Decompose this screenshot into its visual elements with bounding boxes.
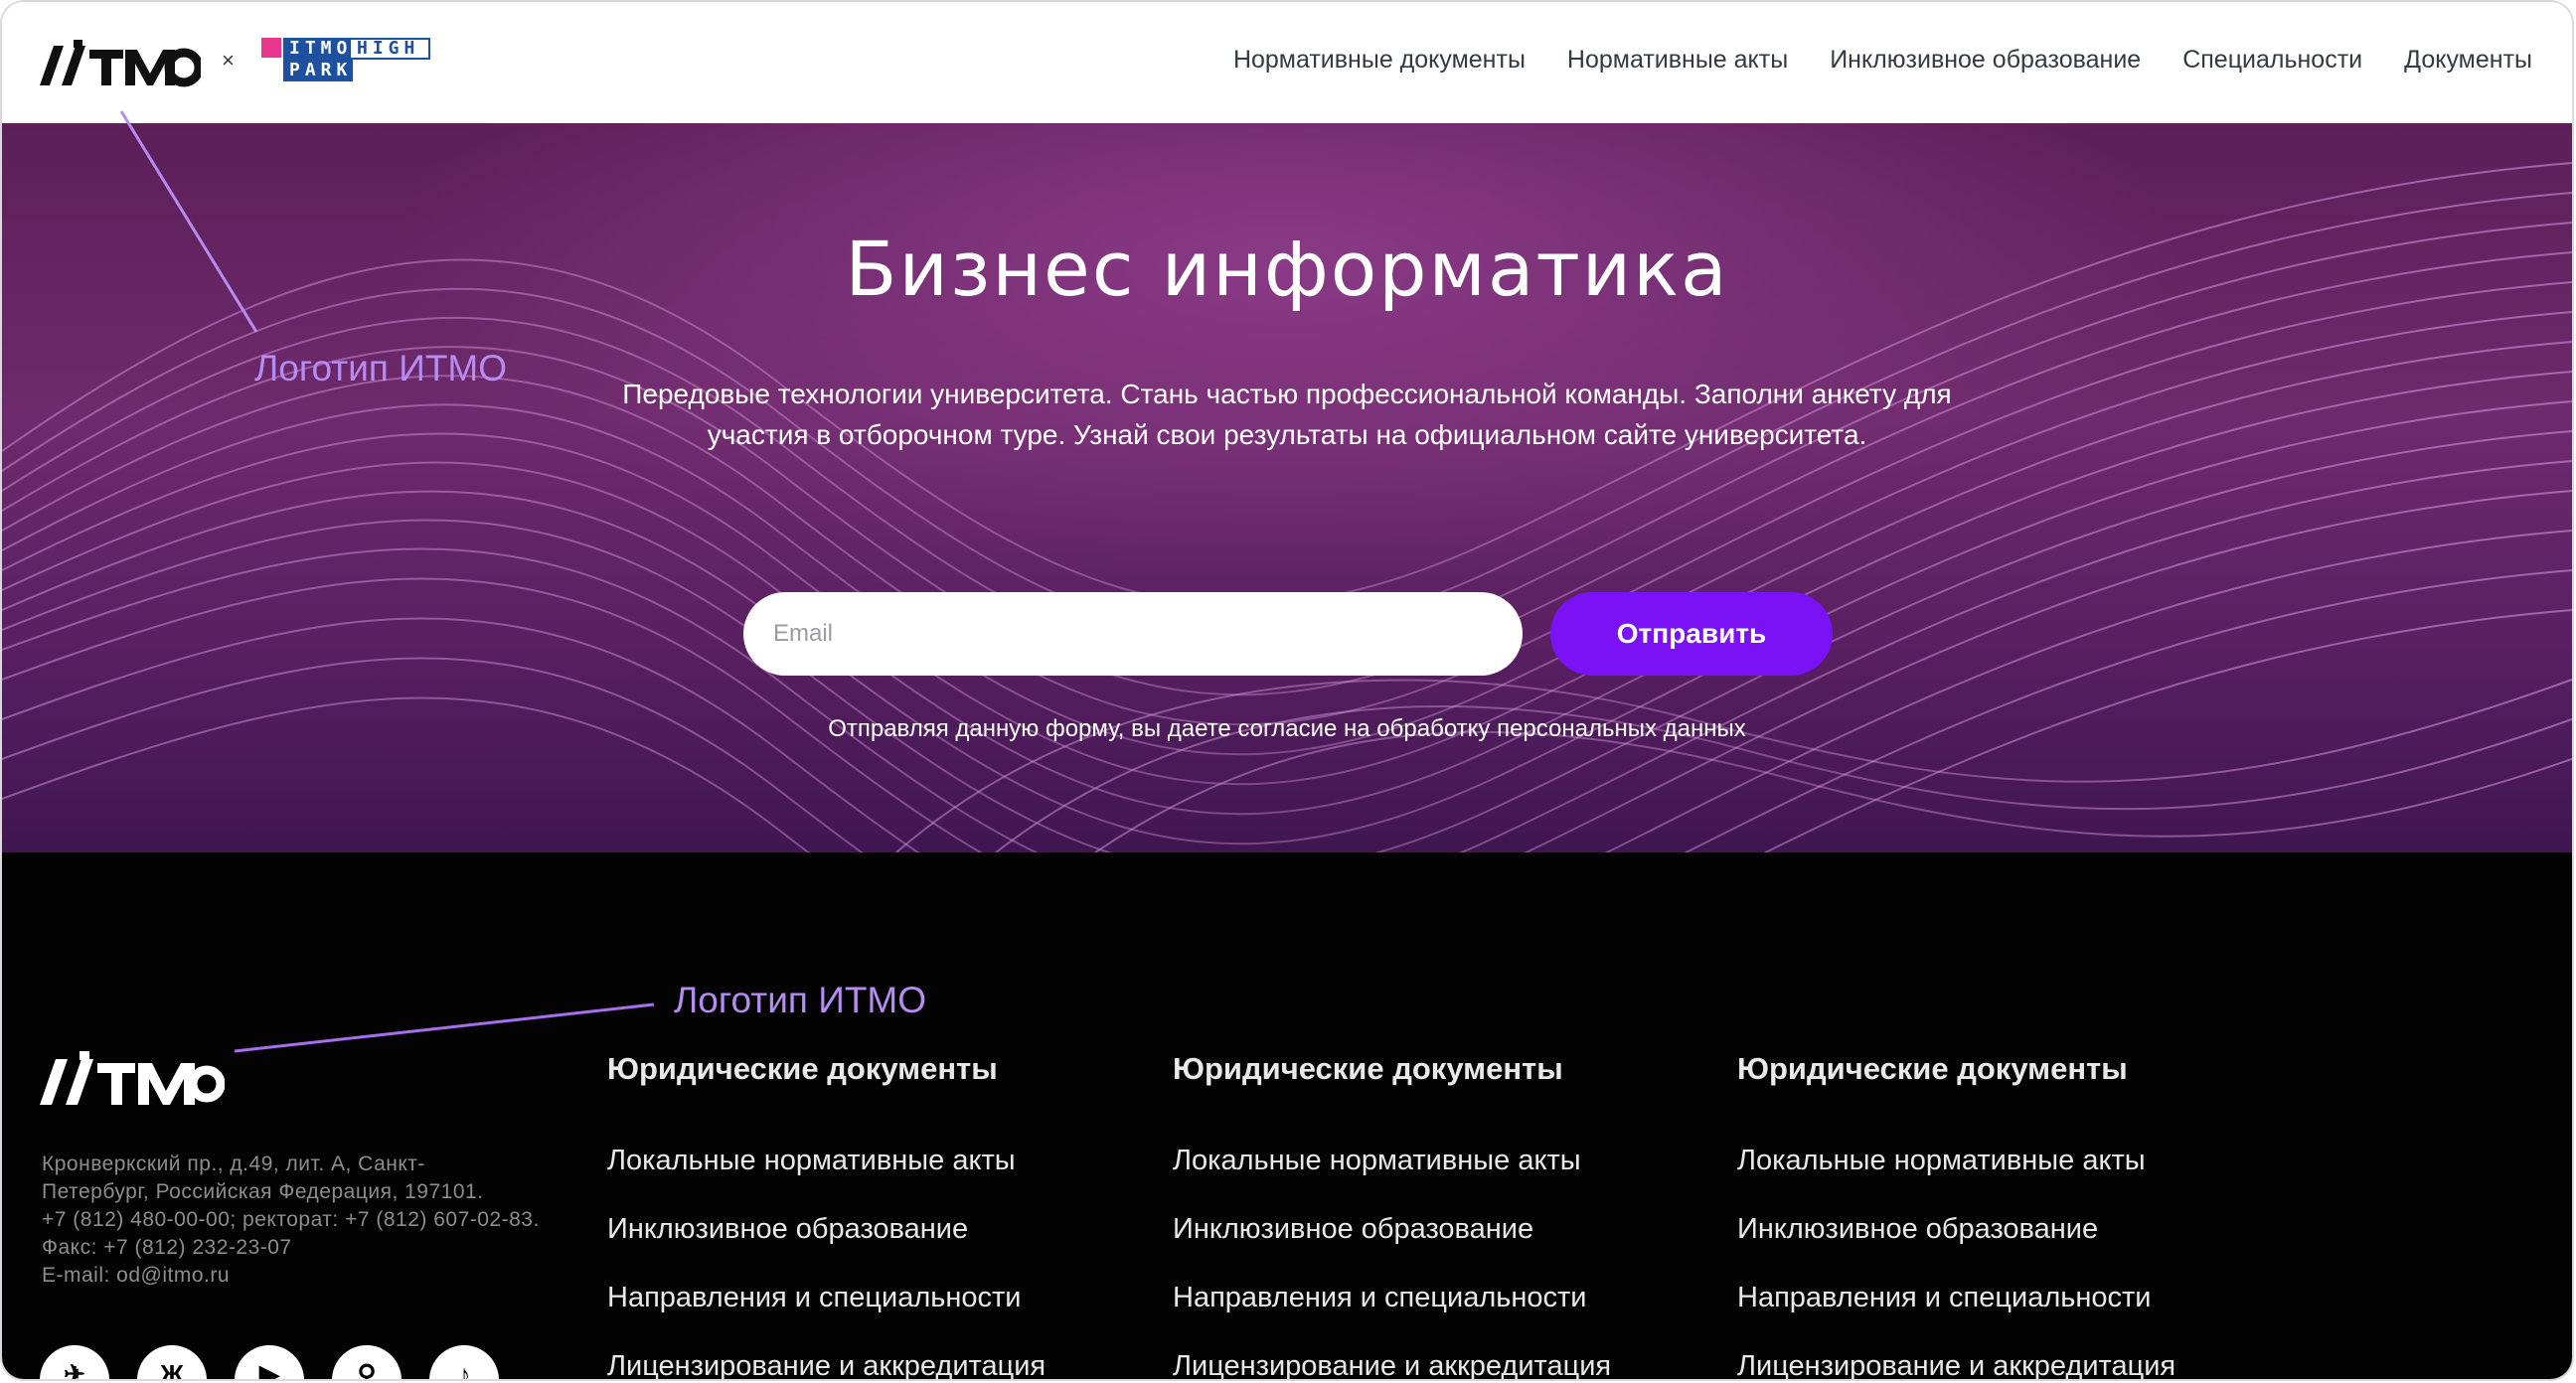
submit-button[interactable]: Отправить [1550,592,1833,676]
social-links: ✈ Ж ▶ ⚲ ♪ [40,1345,499,1379]
partner-separator: × [222,48,235,73]
footer-link-directions[interactable]: Направления и специальности [1173,1264,1690,1332]
tiktok-icon[interactable]: ♪ [429,1345,499,1379]
tiktok-glyph: ♪ [457,1359,471,1379]
telegram-icon[interactable]: ✈ [40,1345,109,1379]
footer-link-local-acts[interactable]: Локальные нормативные акты [1737,1127,2254,1195]
nav-inclusive-education[interactable]: Инклюзивное образование [1830,46,2141,75]
footer-link-licensing[interactable]: Лицензирование и аккредитация [1737,1332,2254,1379]
hero-description: Передовые технологии университета. Стань… [622,379,1952,450]
footer-column-2: Юридические документы Локальные норматив… [1173,1051,1690,1379]
partner-logo-park: PARK [283,60,353,81]
partner-logo-itmo: ITMO [283,38,355,60]
main-nav: Нормативные документы Нормативные акты И… [1233,46,2532,75]
fax-line: Факс: +7 (812) 232-23-07 [42,1236,292,1259]
footer-link-local-acts[interactable]: Локальные нормативные акты [1173,1127,1690,1195]
footer-address: Кронверкский пр., д.49, лит. А, Санкт- П… [42,1151,598,1290]
nav-normative-documents[interactable]: Нормативные документы [1233,46,1526,75]
footer-column-1: Юридические документы Локальные норматив… [607,1051,1124,1379]
location-icon[interactable]: ⚲ [332,1345,402,1379]
site-footer: Кронверкский пр., д.49, лит. А, Санкт- П… [2,852,2572,1379]
phone-line: +7 (812) 480-00-00; ректорат: +7 (812) 6… [42,1208,540,1231]
callout-footer-logo: Логотип ИТМО [674,980,927,1020]
footer-column-title: Юридические документы [1173,1051,1563,1086]
footer-column-title: Юридические документы [607,1051,998,1086]
footer-link-licensing[interactable]: Лицензирование и аккредитация [607,1332,1124,1379]
footer-link-inclusive[interactable]: Инклюзивное образование [1173,1195,1690,1264]
youtube-icon[interactable]: ▶ [235,1345,304,1379]
address-line: Кронверкский пр., д.49, лит. А, Санкт- [42,1152,425,1175]
footer-link-licensing[interactable]: Лицензирование и аккредитация [1173,1332,1690,1379]
partner-logo-square [261,38,281,58]
hero-title: Бизнес информатика [845,225,1729,313]
site-header: × ITMO HIGH PARK Нормативные документы Н… [2,2,2572,123]
address-line: Петербург, Российская Федерация, 197101. [42,1180,484,1203]
hero-section: Бизнес информатика Передовые технологии … [2,123,2572,852]
youtube-glyph: ▶ [259,1359,279,1379]
email-input[interactable] [743,592,1523,676]
footer-column-title: Юридические документы [1737,1051,2128,1086]
footer-link-directions[interactable]: Направления и специальности [607,1264,1124,1332]
nav-normative-acts[interactable]: Нормативные акты [1567,46,1788,75]
footer-itmo-logo[interactable] [40,1051,225,1107]
footer-link-local-acts[interactable]: Локальные нормативные акты [607,1127,1124,1195]
nav-specialties[interactable]: Специальности [2182,46,2362,75]
telegram-glyph: ✈ [64,1359,85,1379]
footer-link-inclusive[interactable]: Инклюзивное образование [1737,1195,2254,1264]
footer-column-3: Юридические документы Локальные норматив… [1737,1051,2254,1379]
itmo-logo[interactable] [40,40,201,87]
callout-header-logo: Логотип ИТМО [254,348,508,388]
footer-link-inclusive[interactable]: Инклюзивное образование [607,1195,1124,1264]
email-line: E-mail: od@itmo.ru [42,1264,231,1287]
nav-documents[interactable]: Документы [2404,46,2532,75]
page-frame: × ITMO HIGH PARK Нормативные документы Н… [2,2,2572,1379]
partner-logo-high: HIGH [349,38,430,60]
vk-icon[interactable]: Ж [137,1345,207,1379]
vk-glyph: Ж [160,1359,184,1379]
consent-text: Отправляя данную форму, вы даете согласи… [828,715,1746,742]
footer-link-directions[interactable]: Направления и специальности [1737,1264,2254,1332]
location-glyph: ⚲ [357,1359,377,1379]
